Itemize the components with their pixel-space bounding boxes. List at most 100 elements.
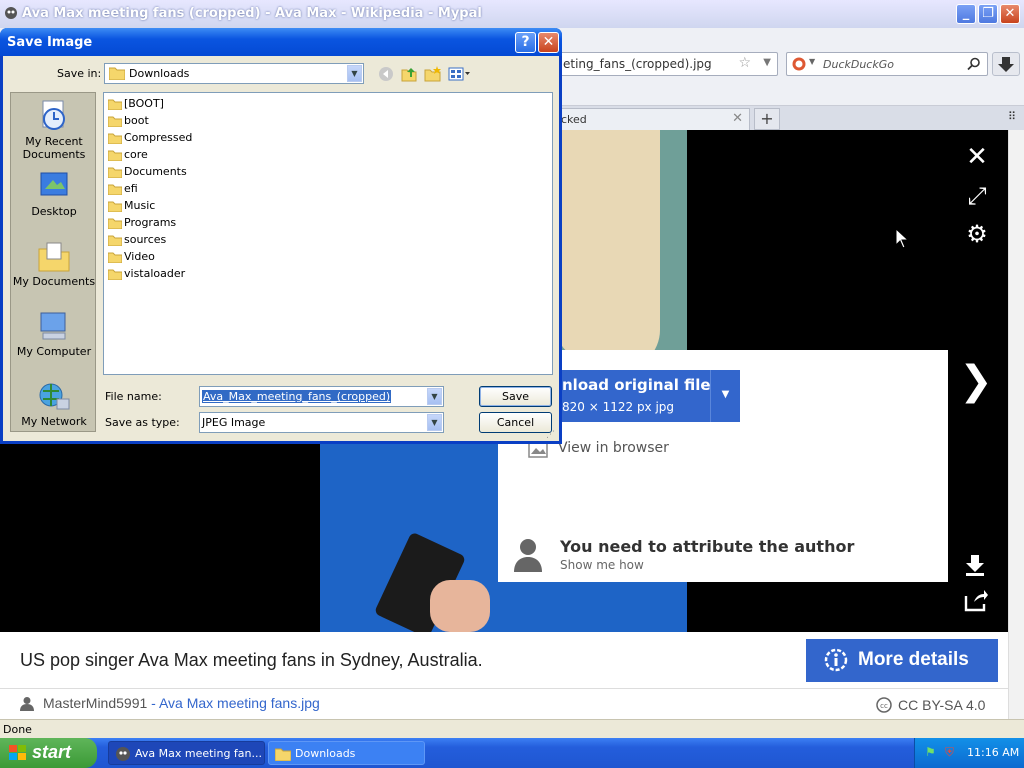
share-icon[interactable] [962,588,988,614]
new-tab-button[interactable]: + [754,108,780,130]
cancel-button[interactable]: Cancel [479,412,552,433]
folder-icon [108,201,122,212]
restore-button[interactable]: ❐ [978,4,998,24]
minimize-button[interactable]: _ [956,4,976,24]
license-label[interactable]: CC BY-SA 4.0 [898,697,985,713]
file-name-input[interactable]: Ava_Max_meeting_fans_(cropped) ▼ [199,386,444,407]
dialog-close-button[interactable]: ✕ [538,32,559,53]
vertical-scrollbar[interactable] [1008,130,1024,719]
chevron-down-icon[interactable]: ▼ [427,414,442,431]
list-item[interactable]: sources [108,233,166,250]
status-text: Done [3,723,32,736]
place-label: My Recent Documents [22,135,86,161]
start-button[interactable]: start [0,738,97,768]
list-item[interactable]: boot [108,114,149,131]
save-as-type-value: JPEG Image [202,416,266,429]
folder-icon [275,748,291,761]
svg-text:cc: cc [880,702,888,710]
show-me-how-link[interactable]: Show me how [560,558,644,572]
file-name: Programs [124,216,177,229]
search-icon[interactable] [967,57,981,71]
place-my-documents[interactable]: My Documents [11,241,97,288]
browser-title-bar: Ava Max meeting fans (cropped) - Ava Max… [0,0,1024,28]
list-item[interactable]: vistaloader [108,267,185,284]
file-name: Compressed [124,131,193,144]
taskbar-item-downloads[interactable]: Downloads [268,741,425,765]
url-bar[interactable]: eting_fans_(cropped).jpg ☆ ▼ [540,52,778,76]
search-bar[interactable]: ▼ DuckDuckGo [786,52,988,76]
place-my-computer[interactable]: My Computer [11,311,97,358]
list-item[interactable]: [BOOT] [108,97,164,114]
duckduckgo-icon [792,57,806,71]
download-original-button[interactable]: nload original file 820 × 1122 px jpg ▼ [540,370,740,422]
search-engine-dropdown-icon[interactable]: ▼ [809,57,815,66]
place-label: My Network [21,415,87,428]
place-label: My Computer [16,345,92,358]
place-desktop[interactable]: Desktop [11,171,97,218]
next-image-icon[interactable]: ❯ [958,358,994,404]
more-details-button[interactable]: More details [806,639,998,682]
tab-close-icon[interactable]: ✕ [732,111,743,126]
dialog-title-bar: Save Image ? ✕ [0,28,562,56]
tab-current[interactable]: cked ✕ [540,108,750,130]
save-in-dropdown[interactable]: Downloads ▼ [104,63,364,84]
file-name: boot [124,114,149,127]
creative-commons-icon: cc [876,697,892,713]
place-my-recent-documents[interactable]: My Recent Documents [11,99,97,161]
list-item[interactable]: Programs [108,216,176,233]
places-bar: My Recent Documents Desktop My Documents… [10,92,96,432]
clock: 11:16 AM [967,746,1020,759]
list-item[interactable]: Documents [108,165,187,182]
my-computer-icon [40,312,66,340]
security-shield-icon[interactable]: ⛨ [945,745,954,760]
save-button[interactable]: Save [479,386,552,407]
download-options-caret-icon[interactable]: ▼ [710,370,740,422]
file-name: sources [124,233,167,246]
list-item[interactable]: efi [108,182,138,199]
view-in-browser-link[interactable]: View in browser [558,440,669,456]
folder-icon [108,99,122,110]
up-folder-icon[interactable] [400,66,418,82]
file-name: efi [124,182,138,195]
close-viewer-icon[interactable]: ✕ [962,142,992,172]
download-arrow-icon [998,57,1014,72]
folder-icon [109,67,125,80]
save-as-type-dropdown[interactable]: JPEG Image ▼ [199,412,444,433]
tab-label: cked [561,113,587,126]
bookmark-star-icon[interactable]: ☆ [738,55,751,71]
url-dropdown-icon[interactable]: ▼ [763,57,771,68]
list-item[interactable]: Video [108,250,155,267]
close-window-button[interactable]: ✕ [1000,4,1020,24]
network-tray-icon[interactable]: ⚑ [925,745,936,759]
new-folder-icon[interactable] [424,66,442,82]
image-caption: US pop singer Ava Max meeting fans in Sy… [20,650,483,670]
chevron-down-icon[interactable]: ▼ [427,388,442,405]
downloads-button[interactable] [992,52,1020,76]
file-name: Video [124,250,155,263]
more-details-label: More details [858,649,969,670]
place-my-network[interactable]: My Network [11,381,97,428]
help-button[interactable]: ? [515,32,536,53]
settings-gear-icon[interactable]: ⚙ [962,220,992,248]
credit-separator: - [147,695,159,711]
taskbar-item-browser[interactable]: Ava Max meeting fan... [108,741,265,765]
info-circle-icon [824,648,848,672]
list-item[interactable]: Compressed [108,131,192,148]
back-icon[interactable] [377,66,395,82]
chevron-down-icon[interactable]: ▼ [347,65,362,82]
person-icon [514,539,542,572]
views-menu-icon[interactable] [448,66,472,82]
file-list[interactable]: [BOOT] boot Compressed core Documents ef… [103,92,553,375]
tab-list-icon[interactable]: ⠿ [1008,110,1022,124]
list-item[interactable]: core [108,148,148,165]
fullscreen-icon[interactable]: ⤢ [962,182,992,210]
file-name: Documents [124,165,187,178]
save-in-label: Save in: [57,67,102,80]
status-bar: Done [0,719,1024,738]
save-as-type-label: Save as type: [105,416,180,429]
resize-grip-icon[interactable]: ⋰ [546,430,556,440]
file-link[interactable]: Ava Max meeting fans.jpg [159,695,320,711]
attribution-title: You need to attribute the author [560,537,855,556]
download-icon[interactable] [962,552,988,578]
list-item[interactable]: Music [108,199,155,216]
